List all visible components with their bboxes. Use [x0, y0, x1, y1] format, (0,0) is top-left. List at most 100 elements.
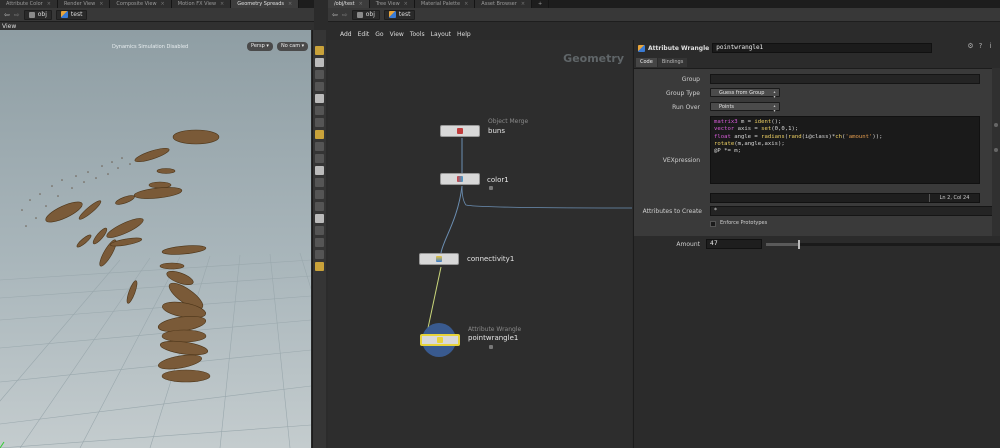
close-icon[interactable]: ×	[359, 1, 363, 7]
path-geo-button[interactable]: test	[383, 9, 416, 20]
link-icon[interactable]	[315, 238, 324, 247]
amount-slider[interactable]	[766, 240, 1000, 249]
tab-render-view[interactable]: Render View ×	[57, 0, 111, 8]
path-obj-button[interactable]: obj	[23, 9, 52, 20]
param-scrollbar[interactable]	[992, 68, 1000, 236]
menu-layout[interactable]: Layout	[431, 31, 451, 38]
node-buns[interactable]	[440, 125, 480, 137]
background-icon[interactable]	[315, 226, 324, 235]
back-arrow-icon[interactable]: ⇦	[332, 11, 338, 19]
close-icon[interactable]: ×	[99, 1, 103, 7]
menu-tools[interactable]: Tools	[410, 31, 425, 38]
run-over-menu[interactable]: Points	[710, 102, 780, 113]
node-pointwrangle1[interactable]	[420, 334, 460, 346]
forward-arrow-icon[interactable]: ⇨	[342, 11, 348, 19]
3d-viewport[interactable]: Dynamics Simulation Disabled Persp ▾ No …	[0, 30, 311, 448]
transform-tool-icon[interactable]	[315, 58, 324, 67]
group-type-menu[interactable]: Guess from Group	[710, 88, 780, 99]
tab-tree-view[interactable]: Tree View ×	[369, 0, 415, 8]
menu-add[interactable]: Add	[340, 31, 352, 38]
tab-material-palette[interactable]: Material Palette ×	[414, 0, 476, 8]
group-field[interactable]	[710, 74, 980, 84]
network-editor[interactable]: Geometry Object Merge buns color1 connec…	[328, 40, 632, 448]
tab-attribute-color[interactable]: Attribute Color ×	[0, 0, 58, 8]
path-obj-button[interactable]: obj	[351, 9, 380, 20]
amount-field[interactable]: 47	[706, 239, 762, 249]
close-icon[interactable]: ×	[47, 1, 51, 7]
ghost-icon[interactable]	[315, 214, 324, 223]
display-icon[interactable]	[315, 154, 324, 163]
points-icon[interactable]	[315, 166, 324, 175]
node-name-label[interactable]: buns	[488, 127, 505, 135]
normals-icon[interactable]	[315, 178, 324, 187]
network-and-params-pane: /obj/test × Tree View × Material Palette × …	[328, 0, 1000, 448]
attributes-to-create-field[interactable]: *	[710, 206, 1000, 216]
lock-icon[interactable]	[489, 186, 493, 190]
close-icon[interactable]: ×	[220, 1, 224, 7]
node-name-label[interactable]: color1	[487, 176, 509, 184]
amount-slider-handle[interactable]	[797, 240, 800, 249]
viewport-title: View	[2, 23, 17, 30]
render-icon[interactable]	[315, 262, 324, 271]
close-icon[interactable]: ×	[404, 1, 408, 7]
tab-geometry-spreadsheet[interactable]: Geometry Spreads ×	[231, 0, 300, 8]
enforce-prototypes-checkbox[interactable]	[710, 221, 716, 227]
wireframe-icon[interactable]	[315, 190, 324, 199]
no-cam-button[interactable]: No cam ▾	[277, 42, 309, 51]
viewport-title-bar: View	[0, 22, 314, 30]
add-tab-button[interactable]: +	[532, 0, 550, 8]
node-type-label: Object Merge	[488, 118, 529, 125]
node-name-field[interactable]: pointwrangle1	[712, 43, 933, 53]
tab-asset-browser[interactable]: Asset Browser ×	[475, 0, 533, 8]
info-icon[interactable]: i	[987, 43, 994, 50]
back-arrow-icon[interactable]: ⇦	[4, 11, 10, 19]
camera-persp-button[interactable]: Persp ▾	[247, 42, 273, 51]
node-connectivity1[interactable]	[419, 253, 459, 265]
attribute-icon[interactable]	[315, 250, 324, 259]
scroll-handle[interactable]	[994, 123, 998, 127]
menu-go[interactable]: Go	[375, 31, 383, 38]
tab-label: Tree View	[375, 1, 400, 7]
menu-view[interactable]: View	[390, 31, 404, 38]
select-tool-icon[interactable]	[315, 46, 324, 55]
right-path-bar: ⇦ ⇨ obj test	[328, 8, 1000, 22]
handle-tool-icon[interactable]	[315, 94, 324, 103]
vexpression-label: VEXpression	[662, 157, 700, 164]
connectivity-icon	[436, 256, 442, 262]
tab-code[interactable]: Code	[636, 58, 657, 67]
path-geo-button[interactable]: test	[55, 9, 88, 20]
view-tool-icon[interactable]	[315, 118, 324, 127]
close-icon[interactable]: ×	[521, 1, 525, 7]
parameter-editor: Attribute Wrangle pointwrangle1 ⚙ ? i Co…	[633, 40, 1000, 448]
close-icon[interactable]: ×	[161, 1, 165, 7]
tab-motion-fx-view[interactable]: Motion FX View ×	[171, 0, 232, 8]
scale-tool-icon[interactable]	[315, 82, 324, 91]
tab-composite-view[interactable]: Composite View ×	[110, 0, 172, 8]
close-icon[interactable]: ×	[464, 1, 468, 7]
scroll-handle[interactable]	[994, 148, 998, 152]
tab-bindings[interactable]: Bindings	[657, 58, 688, 67]
geometry-icon	[60, 11, 68, 18]
left-path-bar: ⇦ ⇨ obj test	[0, 8, 314, 22]
menu-edit[interactable]: Edit	[358, 31, 370, 38]
close-icon[interactable]: ×	[288, 1, 292, 7]
vex-code-editor[interactable]: matrix3 m = ident(); vector axis = set(0,…	[710, 116, 980, 184]
help-icon[interactable]: ?	[977, 43, 984, 50]
node-name-label[interactable]: pointwrangle1	[468, 334, 518, 342]
tab-network-path[interactable]: /obj/test ×	[328, 0, 370, 8]
shading-icon[interactable]	[315, 202, 324, 211]
node-name-label[interactable]: connectivity1	[467, 255, 514, 263]
left-tab-bar: Attribute Color × Render View × Composite …	[0, 0, 314, 8]
path-geo-label: test	[398, 10, 411, 18]
gear-icon[interactable]: ⚙	[967, 43, 974, 50]
geometry-icon	[388, 11, 396, 18]
amount-slider-fill	[766, 243, 799, 246]
snap-icon[interactable]	[315, 130, 324, 139]
menu-help[interactable]: Help	[457, 31, 471, 38]
forward-arrow-icon[interactable]: ⇨	[14, 11, 20, 19]
lock-icon[interactable]	[489, 345, 493, 349]
light-icon[interactable]	[315, 142, 324, 151]
pose-tool-icon[interactable]	[315, 106, 324, 115]
rotate-tool-icon[interactable]	[315, 70, 324, 79]
node-color1[interactable]	[440, 173, 480, 185]
